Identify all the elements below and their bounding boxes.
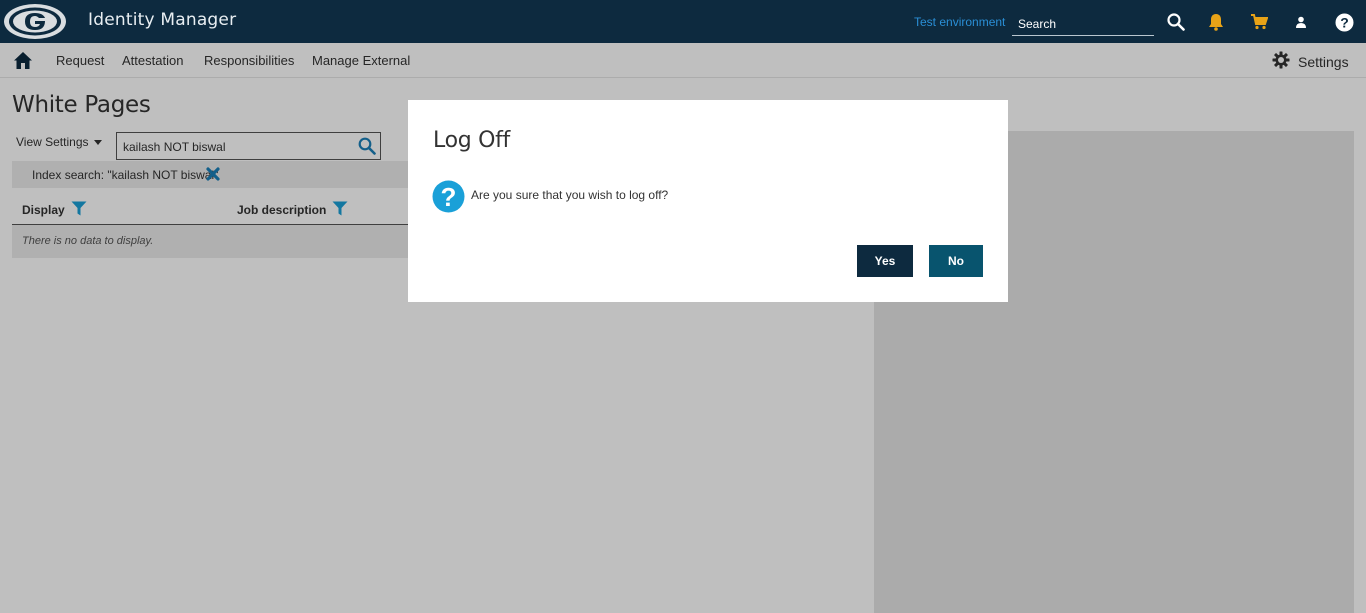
yes-button[interactable]: Yes (857, 245, 913, 277)
help-icon[interactable]: ? (1334, 12, 1354, 32)
cart-icon[interactable] (1249, 12, 1269, 32)
svg-text:?: ? (441, 182, 457, 212)
dialog-message: Are you sure that you wish to log off? (471, 188, 669, 202)
dialog-title: Log Off (433, 128, 510, 153)
question-icon: ? (432, 180, 465, 213)
log-off-dialog: Log Off ? Are you sure that you wish to … (408, 100, 1008, 302)
bell-icon[interactable] (1206, 12, 1226, 32)
svg-text:?: ? (1340, 14, 1349, 30)
no-button[interactable]: No (929, 245, 983, 277)
user-icon[interactable] (1291, 12, 1311, 32)
search-icon[interactable] (1166, 12, 1186, 32)
top-bar: Identity Manager Test environment ? (0, 0, 1366, 43)
logo-icon[interactable] (3, 3, 67, 40)
app-title: Identity Manager (88, 10, 237, 30)
global-search-input[interactable] (1012, 12, 1154, 36)
environment-label: Test environment (914, 15, 1006, 29)
